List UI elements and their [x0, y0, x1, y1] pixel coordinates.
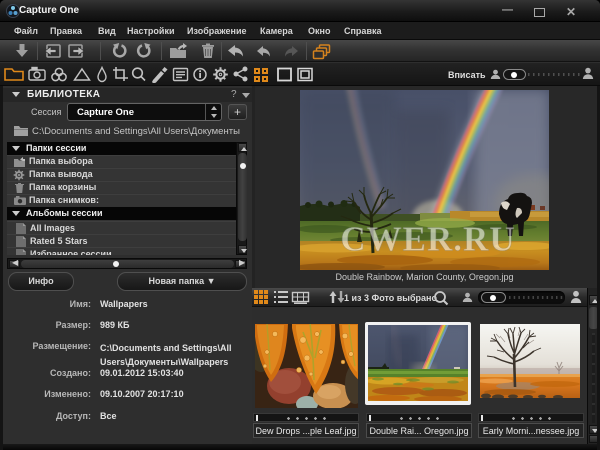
svg-text:CWER.RU: CWER.RU — [340, 220, 515, 259]
